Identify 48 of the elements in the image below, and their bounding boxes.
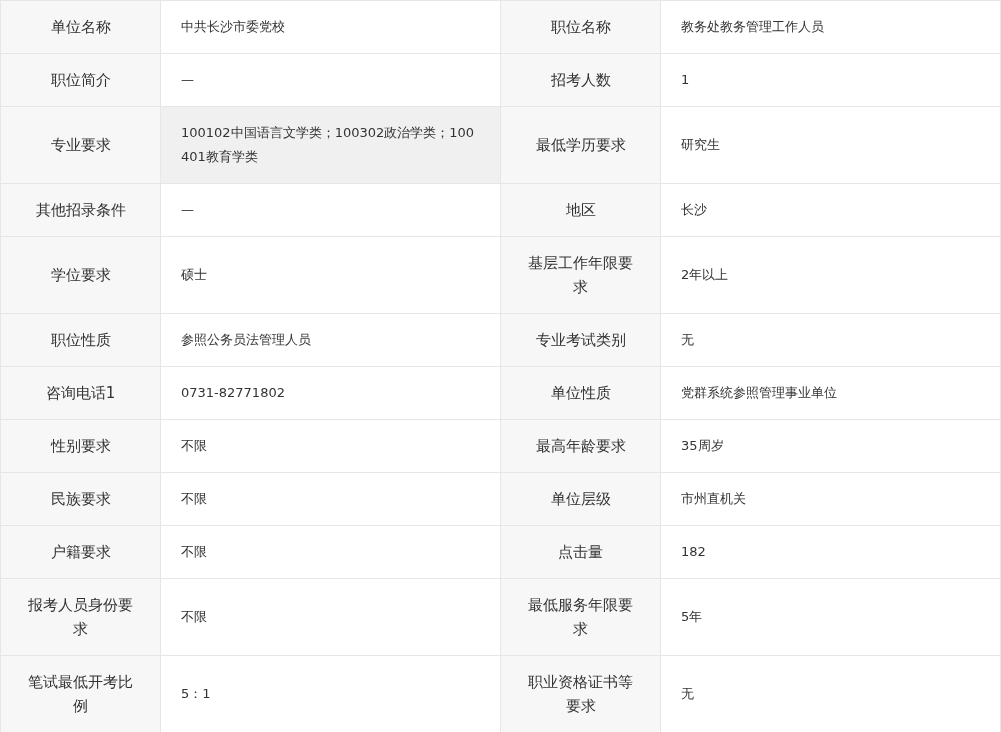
field-value: 不限 [160,578,501,656]
field-value: 5年 [660,578,1001,656]
field-value: 不限 [160,419,501,473]
field-value: 党群系统参照管理事业单位 [660,366,1001,420]
field-value: 参照公务员法管理人员 [160,313,501,367]
field-label: 职位名称 [500,0,661,54]
field-value: — [160,53,501,107]
field-label: 专业要求 [0,106,161,184]
field-label: 民族要求 [0,472,161,526]
field-label: 单位性质 [500,366,661,420]
field-value: 35周岁 [660,419,1001,473]
field-value: 5：1 [160,655,501,732]
field-value: 不限 [160,525,501,579]
field-label: 基层工作年限要求 [500,236,661,314]
field-value: 无 [660,313,1001,367]
field-label: 地区 [500,183,661,237]
field-value: 市州直机关 [660,472,1001,526]
field-value: 2年以上 [660,236,1001,314]
field-value: 100102中国语言文学类；100302政治学类；100401教育学类 [160,106,501,184]
field-label: 最低学历要求 [500,106,661,184]
field-value: — [160,183,501,237]
field-value: 教务处教务管理工作人员 [660,0,1001,54]
field-value: 中共长沙市委党校 [160,0,501,54]
field-value: 硕士 [160,236,501,314]
field-label: 其他招录条件 [0,183,161,237]
field-value: 长沙 [660,183,1001,237]
field-label: 单位名称 [0,0,161,54]
field-label: 点击量 [500,525,661,579]
field-value: 0731-82771802 [160,366,501,420]
field-label: 最高年龄要求 [500,419,661,473]
field-value: 研究生 [660,106,1001,184]
field-value: 182 [660,525,1001,579]
field-label: 性别要求 [0,419,161,473]
field-label: 单位层级 [500,472,661,526]
field-label: 笔试最低开考比例 [0,655,161,732]
field-label: 职位简介 [0,53,161,107]
field-value: 不限 [160,472,501,526]
field-value: 无 [660,655,1001,732]
field-label: 职业资格证书等要求 [500,655,661,732]
field-value: 1 [660,53,1001,107]
field-label: 户籍要求 [0,525,161,579]
field-label: 最低服务年限要求 [500,578,661,656]
field-label: 咨询电话1 [0,366,161,420]
field-label: 职位性质 [0,313,161,367]
field-label: 招考人数 [500,53,661,107]
field-label: 学位要求 [0,236,161,314]
field-label: 报考人员身份要求 [0,578,161,656]
field-label: 专业考试类别 [500,313,661,367]
